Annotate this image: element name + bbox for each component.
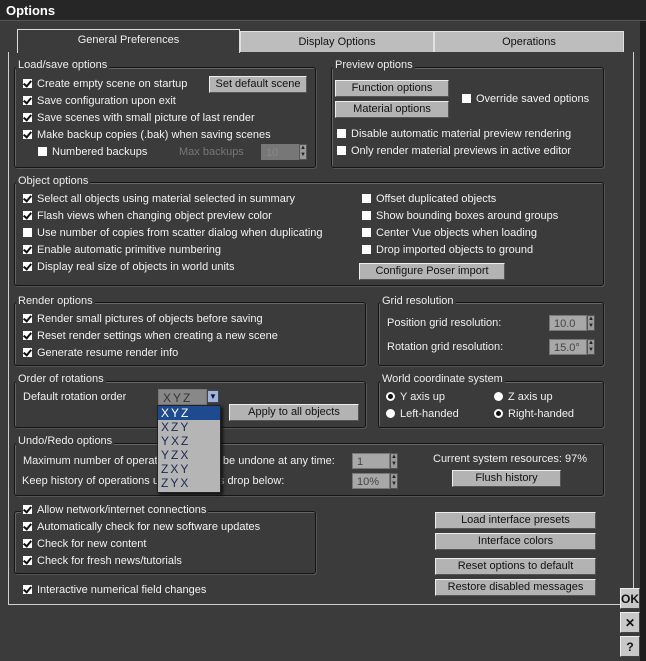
group-title: World coordinate system: [380, 373, 505, 385]
set-default-scene-button[interactable]: Set default scene: [209, 76, 307, 93]
window-title: Options: [6, 3, 56, 18]
dropdown-option[interactable]: YZX: [158, 448, 220, 462]
close-icon[interactable]: ✕: [620, 612, 640, 633]
help-button[interactable]: ?: [620, 636, 640, 657]
position-grid-label: Position grid resolution:: [387, 317, 502, 329]
group-title: Order of rotations: [16, 373, 106, 385]
interface-colors-button[interactable]: Interface colors: [435, 533, 596, 550]
tab-operations[interactable]: Operations: [434, 31, 624, 52]
checkbox-primitive-numbering[interactable]: Enable automatic primitive numbering: [23, 244, 221, 256]
world-coordinate-group: [378, 381, 604, 428]
checkbox-numbered-backups[interactable]: Numbered backups: [38, 146, 147, 158]
radio-z-axis-up[interactable]: Z axis up: [494, 391, 553, 403]
rotation-order-dropdown-list: XYZ XZY YXZ YZX ZXY ZYX: [157, 405, 221, 493]
tab-display-options[interactable]: Display Options: [240, 31, 434, 52]
tab-general-preferences[interactable]: General Preferences: [17, 29, 240, 53]
group-title: Grid resolution: [380, 295, 456, 307]
window-edge: [640, 21, 646, 661]
system-resources-text: Current system resources: 97%: [433, 453, 588, 465]
checkbox-render-small-pictures[interactable]: Render small pictures of objects before …: [23, 313, 263, 325]
group-title: Object options: [16, 175, 91, 187]
checkbox-save-config[interactable]: Save configuration upon exit: [23, 95, 176, 107]
checkbox-check-updates[interactable]: Automatically check for new software upd…: [23, 521, 260, 533]
checkbox-check-content[interactable]: Check for new content: [23, 538, 146, 550]
radio-right-handed[interactable]: Right-handed: [494, 408, 574, 420]
dropdown-option[interactable]: ZYX: [158, 476, 220, 490]
checkbox-real-size[interactable]: Display real size of objects in world un…: [23, 261, 234, 273]
checkbox-flash-views[interactable]: Flash views when changing object preview…: [23, 210, 272, 222]
checkbox-bounding-boxes[interactable]: Show bounding boxes around groups: [362, 210, 558, 222]
chevron-down-icon[interactable]: ▼: [207, 390, 219, 403]
apply-to-all-button[interactable]: Apply to all objects: [229, 404, 359, 421]
dropdown-option[interactable]: XYZ: [158, 406, 220, 420]
checkbox-override-saved[interactable]: Override saved options: [462, 93, 589, 105]
position-grid-spinner[interactable]: ▲ ▼: [587, 315, 595, 331]
keep-history-spinner[interactable]: ▲ ▼: [390, 473, 398, 489]
max-backups-spinner[interactable]: ▲ ▼: [299, 144, 307, 160]
checkbox-allow-network[interactable]: Allow network/internet connections: [21, 504, 209, 516]
configure-poser-button[interactable]: Configure Poser import: [359, 263, 505, 280]
checkbox-save-small-picture[interactable]: Save scenes with small picture of last r…: [23, 112, 255, 124]
ok-button[interactable]: OK: [620, 588, 640, 609]
checkbox-create-empty-scene[interactable]: Create empty scene on startup: [23, 78, 187, 90]
keep-history-label: Keep history of operations until resourc…: [22, 475, 285, 487]
group-title: Render options: [16, 295, 95, 307]
dropdown-option[interactable]: ZXY: [158, 462, 220, 476]
dropdown-option[interactable]: YXZ: [158, 434, 220, 448]
checkbox-disable-auto-preview[interactable]: Disable automatic material preview rende…: [337, 128, 571, 140]
radio-y-axis-up[interactable]: Y axis up: [386, 391, 445, 403]
radio-left-handed[interactable]: Left-handed: [386, 408, 459, 420]
checkbox-check-news[interactable]: Check for fresh news/tutorials: [23, 555, 182, 567]
function-options-button[interactable]: Function options: [335, 80, 449, 97]
rotation-order-label: Default rotation order: [23, 391, 127, 403]
checkbox-reset-render-settings[interactable]: Reset render settings when creating a ne…: [23, 330, 278, 342]
checkbox-scatter-copies[interactable]: Use number of copies from scatter dialog…: [23, 227, 323, 239]
checkbox-select-all-material[interactable]: Select all objects using material select…: [23, 193, 295, 205]
grid-resolution-group: [378, 302, 604, 366]
max-backups-label: Max backups: [179, 146, 244, 158]
checkbox-drop-to-ground[interactable]: Drop imported objects to ground: [362, 244, 533, 256]
group-title: Load/save options: [16, 59, 110, 71]
checkbox-only-active-editor[interactable]: Only render material previews in active …: [337, 145, 571, 157]
checkbox-resume-render[interactable]: Generate resume render info: [23, 347, 178, 359]
rotation-grid-field[interactable]: 15.0°: [549, 339, 587, 355]
position-grid-field[interactable]: 10.0: [549, 315, 587, 331]
group-title: Undo/Redo options: [16, 435, 115, 447]
rotation-order-select[interactable]: XYZ: [158, 389, 207, 405]
max-undo-field[interactable]: 1: [352, 453, 390, 469]
reset-options-button[interactable]: Reset options to default: [435, 558, 596, 575]
checkbox-offset-duplicated[interactable]: Offset duplicated objects: [362, 193, 496, 205]
keep-history-field[interactable]: 10%: [352, 473, 390, 489]
load-interface-presets-button[interactable]: Load interface presets: [435, 512, 596, 529]
title-bar: [0, 0, 646, 21]
flush-history-button[interactable]: Flush history: [452, 470, 561, 487]
rotation-grid-label: Rotation grid resolution:: [387, 341, 504, 353]
max-backups-field[interactable]: 10: [261, 144, 299, 160]
checkbox-backup-copies[interactable]: Make backup copies (.bak) when saving sc…: [23, 129, 271, 141]
dropdown-option[interactable]: XZY: [158, 420, 220, 434]
checkbox-interactive-fields[interactable]: Interactive numerical field changes: [23, 584, 206, 596]
rotation-grid-spinner[interactable]: ▲ ▼: [587, 339, 595, 355]
material-options-button[interactable]: Material options: [335, 101, 449, 118]
checkbox-center-vue[interactable]: Center Vue objects when loading: [362, 227, 537, 239]
group-title: Preview options: [333, 59, 415, 71]
restore-messages-button[interactable]: Restore disabled messages: [435, 579, 596, 596]
max-undo-spinner[interactable]: ▲ ▼: [390, 453, 398, 469]
